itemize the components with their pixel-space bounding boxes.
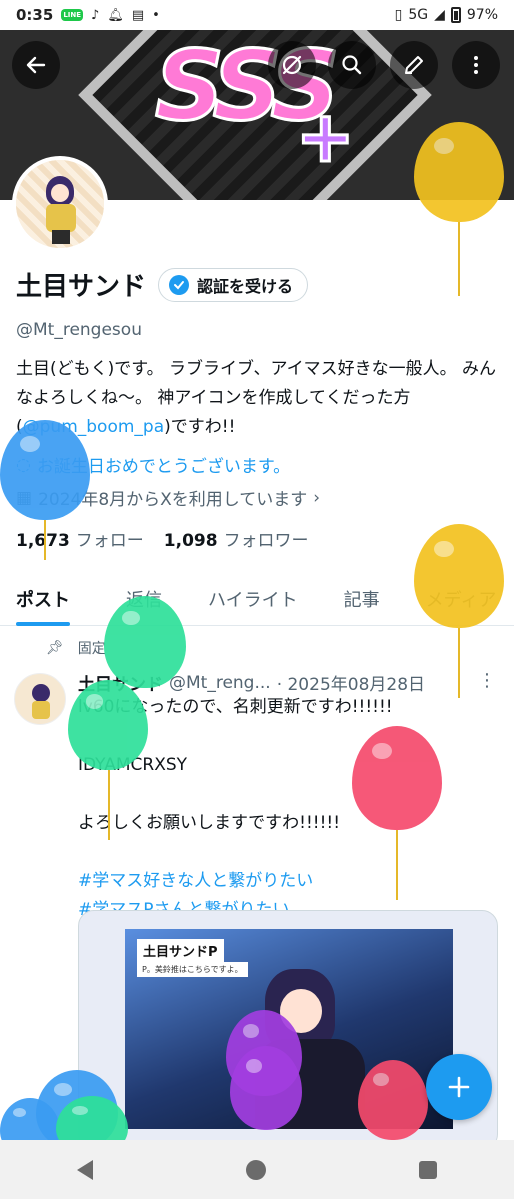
followers-label: フォロワー bbox=[223, 531, 309, 551]
bio-text-2: )ですわ!! bbox=[164, 417, 236, 437]
banner-logo-plus: + bbox=[295, 95, 357, 180]
vibrate-icon: ▯ bbox=[394, 7, 403, 23]
verified-badge-icon bbox=[169, 274, 190, 295]
post-avatar-hair bbox=[32, 684, 50, 702]
compose-post-button[interactable] bbox=[426, 1054, 492, 1120]
tab-highlights[interactable]: ハイライト bbox=[178, 572, 314, 626]
followers-link[interactable]: 1,098 フォロワー bbox=[164, 526, 309, 551]
balloon-red bbox=[352, 726, 442, 830]
search-button[interactable] bbox=[328, 41, 376, 89]
edit-button[interactable] bbox=[390, 41, 438, 89]
post-more-icon[interactable]: ⋮ bbox=[478, 670, 496, 691]
status-time: 0:35 bbox=[16, 6, 54, 24]
arrow-left-icon bbox=[26, 56, 46, 74]
following-link[interactable]: 1,673 フォロー bbox=[16, 526, 144, 551]
post-date[interactable]: · 2025年08月28日 bbox=[277, 670, 425, 695]
pencil-icon bbox=[405, 56, 423, 74]
search-icon bbox=[342, 55, 362, 75]
more-vertical-icon bbox=[474, 56, 478, 74]
nav-home-icon[interactable] bbox=[245, 1159, 266, 1180]
tiktok-icon: ♪ bbox=[91, 7, 100, 23]
followers-count: 1,098 bbox=[163, 531, 218, 551]
card-title: 土目サンドP bbox=[137, 939, 224, 962]
follow-stats: 1,673 フォロー 1,098 フォロワー bbox=[16, 526, 309, 551]
grok-button[interactable] bbox=[268, 41, 316, 89]
bell-icon: 🔔︎ bbox=[107, 7, 124, 23]
balloon-green bbox=[68, 680, 148, 770]
post-avatar-body bbox=[32, 701, 50, 719]
pinned-indicator: 📌︎ 固定 bbox=[46, 638, 106, 658]
pinned-label: 固定 bbox=[77, 641, 106, 657]
balloon-string bbox=[458, 628, 460, 698]
get-verified-button[interactable]: 認証を受ける bbox=[158, 267, 309, 302]
balloon-string bbox=[396, 830, 398, 900]
get-verified-label: 認証を受ける bbox=[197, 276, 294, 296]
following-label: フォロー bbox=[75, 531, 144, 551]
more-button[interactable] bbox=[452, 41, 500, 89]
profile-name: 土目サンド bbox=[16, 272, 147, 302]
tab-articles[interactable]: 記事 bbox=[314, 572, 396, 626]
nav-back-icon[interactable] bbox=[76, 1159, 93, 1180]
post-line-3: よろしくお願いしますですわ!!!!!! bbox=[78, 813, 341, 833]
balloon-string bbox=[44, 520, 46, 560]
hashtag-link[interactable]: #学マス好きな人と繋がりたい bbox=[78, 867, 498, 896]
profile-bio: 土目(どもく)です。 ラブライブ、アイマス好きな一般人。 みんなよろしくね〜。 … bbox=[16, 355, 502, 442]
dot-icon: • bbox=[152, 7, 160, 23]
pin-icon: 📌︎ bbox=[46, 640, 64, 656]
balloon-blue bbox=[0, 420, 90, 520]
profile-handle: @Mt_rengesou bbox=[16, 320, 142, 340]
plus-icon bbox=[448, 1076, 470, 1098]
avatar-face bbox=[51, 184, 69, 202]
post-author-avatar[interactable] bbox=[14, 673, 66, 725]
post-spacer bbox=[78, 838, 498, 867]
balloon-purple bbox=[230, 1046, 302, 1130]
back-button[interactable] bbox=[12, 41, 60, 89]
balloon-red bbox=[358, 1060, 428, 1140]
balloon-green bbox=[104, 596, 186, 688]
tab-posts[interactable]: ポスト bbox=[0, 572, 86, 626]
balloon-string bbox=[108, 770, 110, 840]
avatar-legs bbox=[52, 230, 70, 244]
balloon-string bbox=[458, 222, 460, 296]
nav-recents-icon[interactable] bbox=[419, 1160, 438, 1179]
grok-icon bbox=[282, 55, 302, 75]
profile-name-row: 土目サンド 認証を受ける bbox=[16, 266, 309, 303]
chevron-right-icon: › bbox=[313, 487, 321, 508]
avatar-body bbox=[46, 204, 76, 232]
post-author-handle[interactable]: @Mt_reng... bbox=[169, 673, 271, 693]
battery-icon bbox=[450, 7, 461, 23]
system-navigation-bar bbox=[0, 1140, 514, 1199]
profile-avatar[interactable] bbox=[12, 156, 108, 252]
balloon-yellow bbox=[414, 122, 504, 222]
battery-level: 97% bbox=[466, 7, 498, 23]
news-icon: ▤ bbox=[131, 7, 145, 23]
balloon-yellow bbox=[414, 524, 504, 628]
signal-icon: ◢ bbox=[434, 7, 445, 23]
card-subtitle: P。美鈴推はこちらですよ。 bbox=[137, 962, 248, 977]
line-app-icon: LINE bbox=[61, 9, 84, 21]
network-label: 5G bbox=[408, 7, 429, 23]
following-count: 1,673 bbox=[16, 531, 70, 551]
status-bar: 0:35 LINE ♪ 🔔︎ ▤ • ▯ 5G ◢ 97% bbox=[0, 0, 514, 30]
